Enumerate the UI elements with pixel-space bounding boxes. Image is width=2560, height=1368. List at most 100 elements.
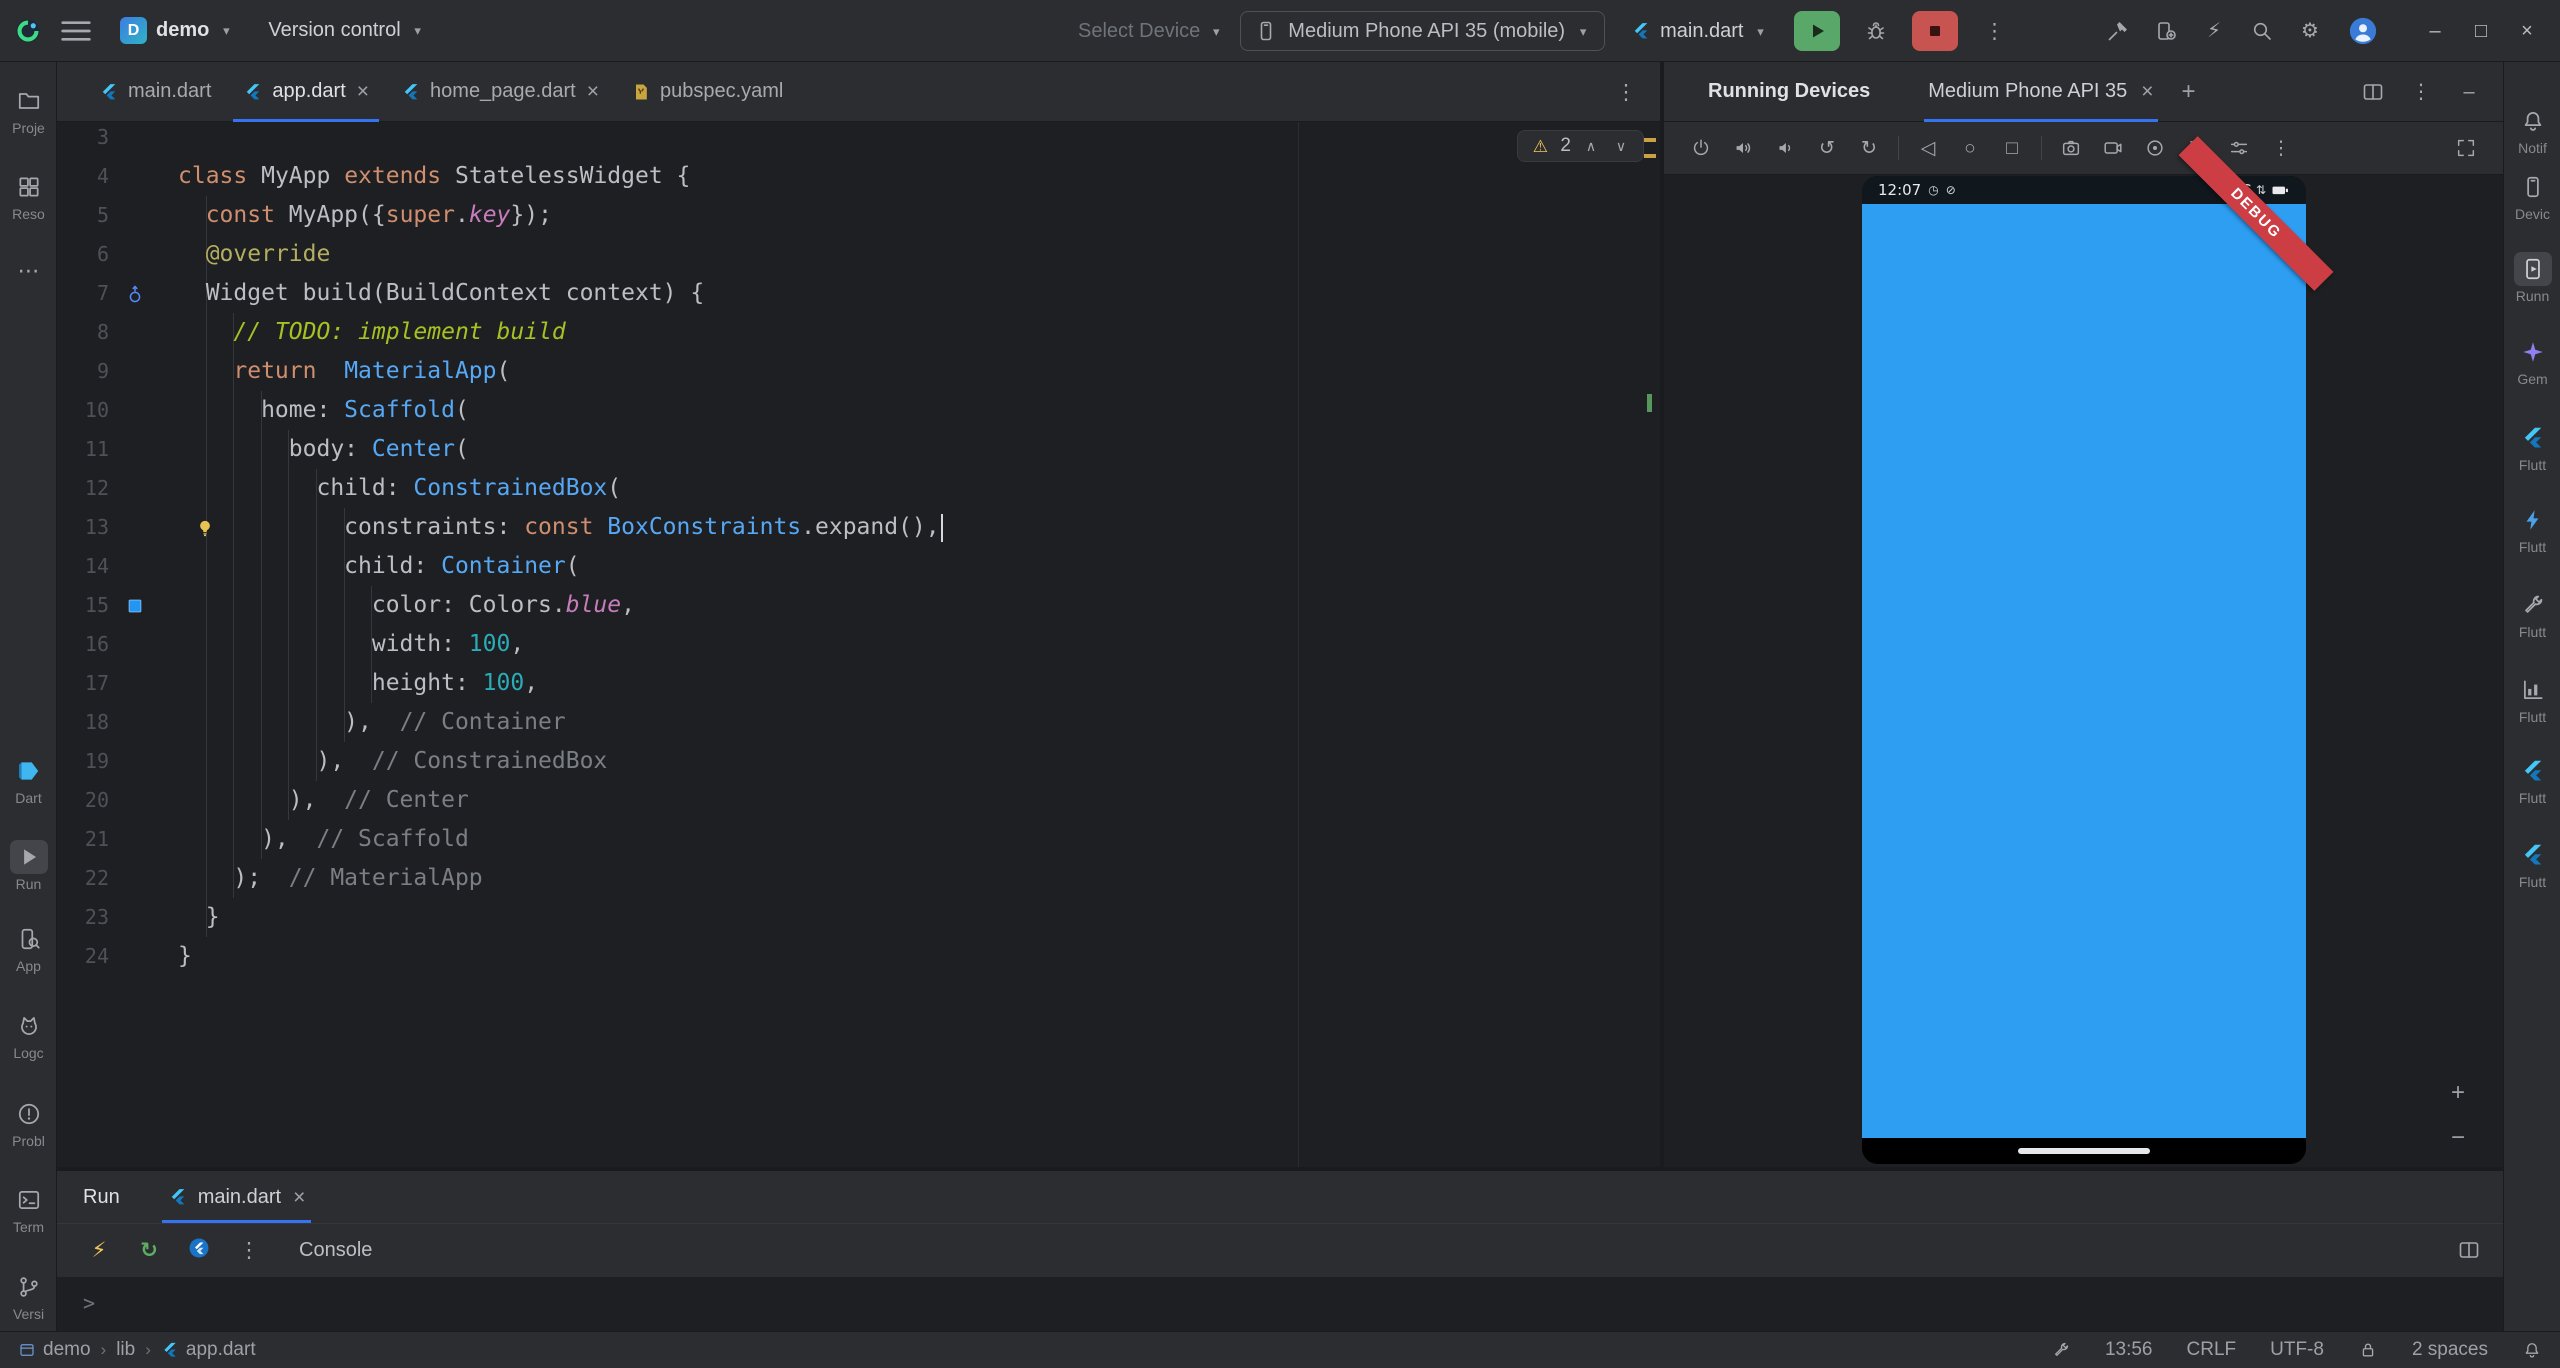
tool-stripe-right-notif-0[interactable]: Notif (2504, 104, 2560, 156)
select-device-dropdown[interactable]: Select Device ▾ (1078, 20, 1224, 43)
camera-button[interactable] (2058, 135, 2084, 161)
tool-stripe-left-app-5[interactable]: App (0, 922, 57, 974)
tool-stripe-left-probl-7[interactable]: Probl (0, 1097, 57, 1149)
maximize-button[interactable]: □ (2458, 0, 2504, 62)
recents-button[interactable]: □ (1999, 135, 2025, 161)
split-view-icon[interactable] (2361, 80, 2385, 104)
run-button[interactable] (1794, 11, 1840, 51)
caret-position-widget[interactable]: 13:56 (2105, 1339, 2153, 1361)
volume-down-button[interactable] (1772, 135, 1798, 161)
user-avatar[interactable] (2348, 16, 2378, 46)
bolt-button[interactable]: ⚡ (2194, 11, 2234, 51)
editor-tab-main-dart[interactable]: main.dart (83, 62, 227, 122)
device-selector[interactable]: Medium Phone API 35 (mobile) ▾ (1240, 11, 1605, 51)
device-screen[interactable] (1862, 204, 2306, 1138)
previous-problem-icon[interactable]: ∧ (1581, 136, 1601, 156)
console-tab-label[interactable]: Console (299, 1239, 372, 1262)
editor-tab-home-page-dart[interactable]: home_page.dart× (385, 62, 615, 122)
zoom-out-button[interactable]: − (2443, 1123, 2473, 1153)
stop-button[interactable] (1912, 11, 1958, 51)
layout-settings-icon[interactable] (2457, 1238, 2481, 1262)
external-tools-icon[interactable] (2051, 1340, 2071, 1360)
volume-up-button[interactable] (1730, 135, 1756, 161)
override-gutter-icon[interactable] (121, 274, 149, 313)
panel-options-icon[interactable]: ⋮ (2409, 80, 2433, 104)
line-number[interactable]: 13 (57, 508, 109, 547)
tool-stripe-right-flutt-5[interactable]: Flutt (2504, 503, 2560, 555)
line-number[interactable]: 22 (57, 859, 109, 898)
home-button[interactable]: ○ (1957, 135, 1983, 161)
encoding-widget[interactable]: UTF-8 (2270, 1339, 2324, 1361)
breadcrumb-app-dart[interactable]: app.dart (161, 1339, 256, 1361)
code-editor[interactable]: 3456789101112131415161718192021222324 cl… (57, 122, 1660, 1167)
tool-stripe-left-versi-9[interactable]: Versi (0, 1270, 57, 1322)
line-number[interactable]: 23 (57, 898, 109, 937)
line-number[interactable]: 12 (57, 469, 109, 508)
rotate-right-button[interactable]: ↻ (1856, 135, 1882, 161)
editor-tab-app-dart[interactable]: app.dart× (227, 62, 385, 122)
bulb-gutter-icon[interactable] (191, 508, 219, 547)
tool-stripe-right-flutt-9[interactable]: Flutt (2504, 838, 2560, 890)
more-run-actions-button[interactable]: ⋮ (1974, 11, 2014, 51)
line-number[interactable]: 19 (57, 742, 109, 781)
line-number[interactable]: 20 (57, 781, 109, 820)
console-output[interactable]: > (57, 1277, 2503, 1331)
tool-stripe-right-runn-2[interactable]: Runn (2504, 252, 2560, 304)
line-number[interactable]: 7 (57, 274, 109, 313)
close-tab-icon[interactable]: × (587, 81, 599, 102)
build-button[interactable] (2098, 11, 2138, 51)
line-number[interactable]: 8 (57, 313, 109, 352)
debug-button[interactable] (1856, 11, 1896, 51)
sliders-button[interactable] (2226, 135, 2252, 161)
color-swatch-gutter-icon[interactable] (121, 586, 149, 625)
flutter-circle-button[interactable] (187, 1236, 211, 1266)
vcs-widget[interactable]: Version control ▾ (258, 13, 435, 48)
tool-stripe-left-more-2[interactable]: ⋯ (0, 254, 57, 288)
hot-reload-button[interactable]: ⚡ (87, 1238, 111, 1263)
read-only-lock-icon[interactable] (2358, 1340, 2378, 1360)
close-tab-icon[interactable]: × (357, 81, 369, 102)
hide-panel-icon[interactable]: – (2457, 80, 2481, 104)
line-number[interactable]: 4 (57, 157, 109, 196)
line-number[interactable]: 9 (57, 352, 109, 391)
run-tab[interactable]: main.dart × (162, 1171, 312, 1223)
close-tab-icon[interactable]: × (293, 1187, 305, 1208)
power-button[interactable] (1688, 135, 1714, 161)
line-number[interactable]: 10 (57, 391, 109, 430)
run-config-selector[interactable]: main.dart ▾ (1621, 14, 1778, 49)
zoom-in-button[interactable]: + (2443, 1078, 2473, 1108)
line-number[interactable]: 24 (57, 937, 109, 976)
tool-stripe-left-reso-1[interactable]: Reso (0, 170, 57, 222)
notifications-icon[interactable] (2522, 1340, 2542, 1360)
rotate-left-button[interactable]: ↺ (1814, 135, 1840, 161)
project-selector[interactable]: D demo ▾ (110, 11, 244, 50)
video-button[interactable] (2100, 135, 2126, 161)
tool-stripe-right-flutt-4[interactable]: Flutt (2504, 421, 2560, 473)
tool-stripe-right-devic-1[interactable]: Devic (2504, 170, 2560, 222)
back-button[interactable]: ◁ (1915, 135, 1941, 161)
close-button[interactable]: × (2504, 0, 2550, 62)
tool-stripe-left-term-8[interactable]: Term (0, 1183, 57, 1235)
tool-stripe-right-gem-3[interactable]: Gem (2504, 335, 2560, 387)
line-number[interactable]: 5 (57, 196, 109, 235)
minimize-button[interactable]: – (2412, 0, 2458, 62)
snapshot-button[interactable] (2142, 135, 2168, 161)
line-number[interactable]: 15 (57, 586, 109, 625)
line-number[interactable]: 18 (57, 703, 109, 742)
tool-stripe-left-logc-6[interactable]: Logc (0, 1009, 57, 1061)
add-device-button[interactable]: + (2182, 80, 2196, 104)
line-number[interactable]: 14 (57, 547, 109, 586)
line-number[interactable]: 11 (57, 430, 109, 469)
tool-stripe-right-flutt-6[interactable]: Flutt (2504, 588, 2560, 640)
tool-stripe-left-dart-3[interactable]: Dart (0, 754, 57, 806)
editor-tab-pubspec-yaml[interactable]: pubspec.yaml (615, 62, 799, 122)
tab-options-button[interactable]: ⋮ (1606, 72, 1646, 112)
kebab-button[interactable]: ⋮ (2268, 135, 2294, 161)
line-separator-widget[interactable]: CRLF (2187, 1339, 2237, 1361)
line-number[interactable]: 17 (57, 664, 109, 703)
tool-stripe-right-flutt-8[interactable]: Flutt (2504, 754, 2560, 806)
line-number[interactable]: 16 (57, 625, 109, 664)
tool-stripe-left-run-4[interactable]: Run (0, 840, 57, 892)
breadcrumb-lib[interactable]: lib (116, 1339, 135, 1361)
breadcrumb-demo[interactable]: demo (18, 1339, 91, 1361)
